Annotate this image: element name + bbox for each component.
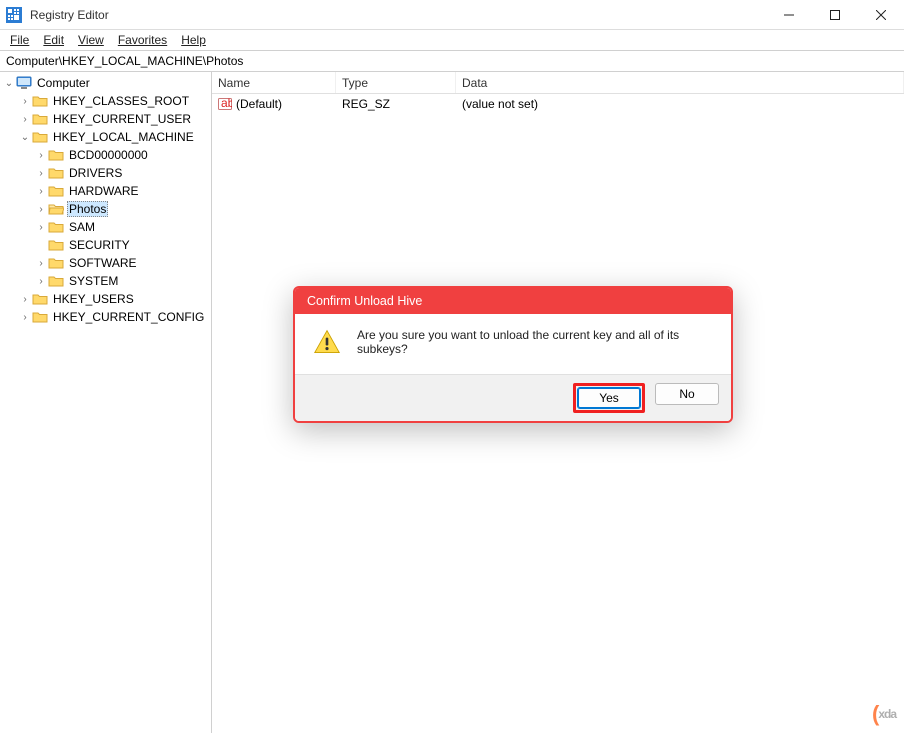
tree-item-bcd[interactable]: › BCD00000000 bbox=[0, 146, 211, 164]
columns-header: Name Type Data bbox=[212, 72, 904, 94]
tree-label: BCD00000000 bbox=[67, 148, 150, 162]
tree-item-hkcr[interactable]: › HKEY_CLASSES_ROOT bbox=[0, 92, 211, 110]
tree-label: HKEY_LOCAL_MACHINE bbox=[51, 130, 196, 144]
folder-icon bbox=[48, 148, 64, 162]
folder-open-icon bbox=[48, 202, 64, 216]
menu-file[interactable]: File bbox=[4, 32, 35, 48]
value-type: REG_SZ bbox=[336, 94, 456, 114]
column-data[interactable]: Data bbox=[456, 72, 904, 93]
expand-icon[interactable]: › bbox=[34, 150, 48, 161]
expand-icon[interactable]: › bbox=[34, 276, 48, 287]
folder-icon bbox=[48, 166, 64, 180]
tree-item-system[interactable]: › SYSTEM bbox=[0, 272, 211, 290]
tree-item-hkcc[interactable]: › HKEY_CURRENT_CONFIG bbox=[0, 308, 211, 326]
expand-icon[interactable]: › bbox=[18, 114, 32, 125]
address-bar bbox=[0, 50, 904, 72]
expand-collapse-icon[interactable]: ⌄ bbox=[2, 78, 16, 89]
address-input[interactable] bbox=[6, 54, 898, 68]
tree-label: HKEY_USERS bbox=[51, 292, 136, 306]
expand-icon[interactable]: › bbox=[34, 168, 48, 179]
folder-icon bbox=[48, 184, 64, 198]
confirm-dialog: Confirm Unload Hive Are you sure you wan… bbox=[293, 286, 733, 423]
folder-icon bbox=[32, 112, 48, 126]
tree-label: HKEY_CLASSES_ROOT bbox=[51, 94, 191, 108]
folder-icon bbox=[48, 220, 64, 234]
yes-button[interactable]: Yes bbox=[577, 387, 641, 409]
tree-label: Computer bbox=[35, 76, 92, 90]
tree-item-computer[interactable]: ⌄ Computer bbox=[0, 74, 211, 92]
app-icon bbox=[6, 7, 22, 23]
minimize-button[interactable] bbox=[766, 0, 812, 29]
no-button[interactable]: No bbox=[655, 383, 719, 405]
window-controls bbox=[766, 0, 904, 29]
folder-icon bbox=[48, 256, 64, 270]
folder-icon bbox=[32, 310, 48, 324]
tree-item-sam[interactable]: › SAM bbox=[0, 218, 211, 236]
folder-icon bbox=[32, 292, 48, 306]
value-name-cell: ab (Default) bbox=[212, 94, 336, 114]
expand-icon[interactable]: › bbox=[34, 258, 48, 269]
warning-icon bbox=[313, 328, 341, 356]
dialog-message: Are you sure you want to unload the curr… bbox=[357, 328, 713, 356]
tree-label: SYSTEM bbox=[67, 274, 120, 288]
value-row[interactable]: ab (Default) REG_SZ (value not set) bbox=[212, 94, 904, 114]
tree-item-hku[interactable]: › HKEY_USERS bbox=[0, 290, 211, 308]
expand-collapse-icon[interactable]: ⌄ bbox=[18, 132, 32, 143]
tree-label: SOFTWARE bbox=[67, 256, 139, 270]
tree-label: SAM bbox=[67, 220, 97, 234]
computer-icon bbox=[16, 76, 32, 90]
svg-text:ab: ab bbox=[221, 97, 232, 110]
value-data: (value not set) bbox=[456, 94, 904, 114]
expand-icon[interactable]: › bbox=[34, 222, 48, 233]
tree-item-security[interactable]: › SECURITY bbox=[0, 236, 211, 254]
tree-pane[interactable]: ⌄ Computer › HKEY_CLASSES_ROOT › HKEY_CU… bbox=[0, 72, 212, 733]
expand-icon[interactable]: › bbox=[18, 96, 32, 107]
string-value-icon: ab bbox=[218, 97, 232, 111]
menu-favorites[interactable]: Favorites bbox=[112, 32, 173, 48]
watermark: (xda bbox=[872, 701, 896, 727]
menu-edit[interactable]: Edit bbox=[37, 32, 70, 48]
watermark-text: xda bbox=[878, 707, 896, 721]
expand-icon[interactable]: › bbox=[18, 312, 32, 323]
column-name[interactable]: Name bbox=[212, 72, 336, 93]
menu-view[interactable]: View bbox=[72, 32, 110, 48]
tree-label: DRIVERS bbox=[67, 166, 124, 180]
dialog-title: Confirm Unload Hive bbox=[295, 288, 731, 314]
column-type[interactable]: Type bbox=[336, 72, 456, 93]
yes-highlight: Yes bbox=[573, 383, 645, 413]
folder-icon bbox=[48, 238, 64, 252]
value-name: (Default) bbox=[236, 97, 282, 111]
folder-icon bbox=[48, 274, 64, 288]
expand-icon[interactable]: › bbox=[34, 186, 48, 197]
expand-icon[interactable]: › bbox=[18, 294, 32, 305]
maximize-button[interactable] bbox=[812, 0, 858, 29]
dialog-body: Are you sure you want to unload the curr… bbox=[295, 314, 731, 374]
tree-label: SECURITY bbox=[67, 238, 132, 252]
tree-item-hkcu[interactable]: › HKEY_CURRENT_USER bbox=[0, 110, 211, 128]
menubar: File Edit View Favorites Help bbox=[0, 30, 904, 50]
tree-label-selected: Photos bbox=[67, 201, 108, 217]
tree-label: HKEY_CURRENT_CONFIG bbox=[51, 310, 206, 324]
menu-help[interactable]: Help bbox=[175, 32, 212, 48]
tree-item-drivers[interactable]: › DRIVERS bbox=[0, 164, 211, 182]
close-button[interactable] bbox=[858, 0, 904, 29]
window-title: Registry Editor bbox=[30, 8, 766, 22]
expand-icon-empty: › bbox=[34, 240, 48, 251]
dialog-buttons: Yes No bbox=[295, 374, 731, 421]
tree-item-software[interactable]: › SOFTWARE bbox=[0, 254, 211, 272]
tree-label: HKEY_CURRENT_USER bbox=[51, 112, 193, 126]
folder-icon bbox=[32, 94, 48, 108]
tree-item-hklm[interactable]: ⌄ HKEY_LOCAL_MACHINE bbox=[0, 128, 211, 146]
tree-item-photos[interactable]: › Photos bbox=[0, 200, 211, 218]
expand-icon[interactable]: › bbox=[34, 204, 48, 215]
titlebar: Registry Editor bbox=[0, 0, 904, 30]
tree-item-hardware[interactable]: › HARDWARE bbox=[0, 182, 211, 200]
tree-label: HARDWARE bbox=[67, 184, 141, 198]
folder-icon bbox=[32, 130, 48, 144]
